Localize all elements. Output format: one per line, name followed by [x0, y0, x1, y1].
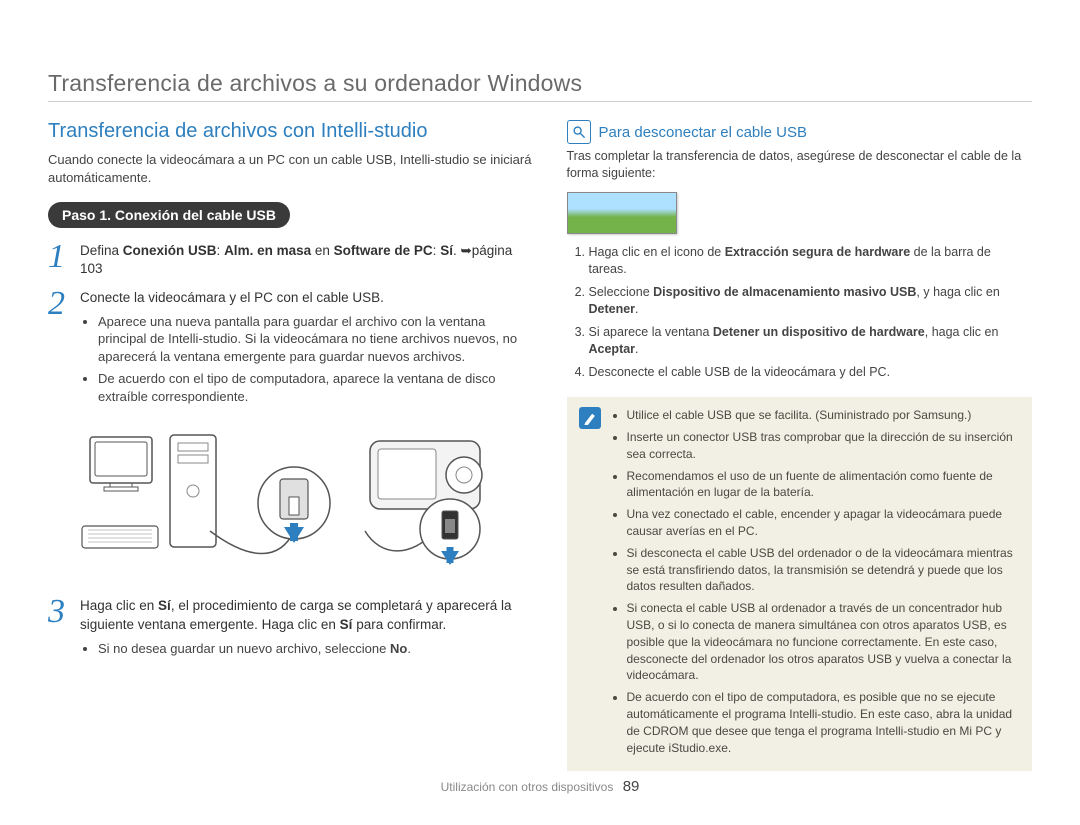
- header-divider: [48, 101, 1032, 102]
- step-2-bullet-1: Aparece una nueva pantalla para guardar …: [98, 313, 533, 366]
- note-7: De acuerdo con el tipo de computadora, e…: [627, 689, 1019, 756]
- step-number-1: 1: [48, 242, 70, 273]
- step-3: 3 Haga clic en Sí, el procedimiento de c…: [48, 597, 533, 663]
- step-2-body: Conecte la videocámara y el PC con el ca…: [80, 289, 533, 412]
- step-1-pill: Paso 1. Conexión del cable USB: [48, 202, 290, 228]
- note-bullets: Utilice el cable USB que se facilita. (S…: [611, 407, 1019, 761]
- disconnect-step-1: Haga clic en el icono de Extracción segu…: [589, 244, 1033, 279]
- page-title: Transferencia de archivos a su ordenador…: [48, 70, 1032, 97]
- magnifier-icon: [567, 120, 591, 144]
- note-4: Una vez conectado el cable, encender y a…: [627, 506, 1019, 540]
- intro-paragraph: Cuando conecte la videocámara a un PC co…: [48, 151, 533, 186]
- disconnect-steps: Haga clic en el icono de Extracción segu…: [567, 244, 1033, 382]
- section-title-intelli-studio: Transferencia de archivos con Intelli-st…: [48, 120, 533, 143]
- note-5: Si desconecta el cable USB del ordenador…: [627, 545, 1019, 595]
- step-2: 2 Conecte la videocámara y el PC con el …: [48, 289, 533, 412]
- step-number-3: 3: [48, 597, 70, 628]
- disconnect-header: Para desconectar el cable USB: [567, 120, 1033, 144]
- step-number-2: 2: [48, 289, 70, 320]
- note-2: Inserte un conector USB tras comprobar q…: [627, 429, 1019, 463]
- disconnect-step-3: Si aparece la ventana Detener un disposi…: [589, 324, 1033, 359]
- note-icon: [579, 407, 601, 429]
- step-3-bullet-1: Si no desea guardar un nuevo archivo, se…: [98, 640, 533, 658]
- disconnect-intro: Tras completar la transferencia de datos…: [567, 148, 1033, 182]
- taskbar-thumbnail: [567, 192, 677, 234]
- step-3-body: Haga clic en Sí, el procedimiento de car…: [80, 597, 533, 663]
- note-box: Utilice el cable USB que se facilita. (S…: [567, 397, 1033, 771]
- step-1: 1 Defina Conexión USB: Alm. en masa en S…: [48, 242, 533, 278]
- connection-diagram: [80, 431, 500, 573]
- step-2-bullet-2: De acuerdo con el tipo de computadora, a…: [98, 370, 533, 405]
- disconnect-step-4: Desconecte el cable USB de la videocámar…: [589, 364, 1033, 382]
- note-6: Si conecta el cable USB al ordenador a t…: [627, 600, 1019, 684]
- note-3: Recomendamos el uso de un fuente de alim…: [627, 468, 1019, 502]
- right-column: Para desconectar el cable USB Tras compl…: [567, 120, 1033, 772]
- page-footer: Utilización con otros dispositivos 89: [48, 772, 1032, 795]
- note-1: Utilice el cable USB que se facilita. (S…: [627, 407, 1019, 424]
- footer-text: Utilización con otros dispositivos: [441, 780, 614, 794]
- step-1-body: Defina Conexión USB: Alm. en masa en Sof…: [80, 242, 533, 278]
- section-title-disconnect: Para desconectar el cable USB: [599, 124, 807, 141]
- step-3-bullets: Si no desea guardar un nuevo archivo, se…: [81, 640, 533, 658]
- page-number: 89: [623, 778, 640, 795]
- step-2-bullets: Aparece una nueva pantalla para guardar …: [81, 313, 533, 406]
- disconnect-step-2: Seleccione Dispositivo de almacenamiento…: [589, 284, 1033, 319]
- left-column: Transferencia de archivos con Intelli-st…: [48, 120, 533, 772]
